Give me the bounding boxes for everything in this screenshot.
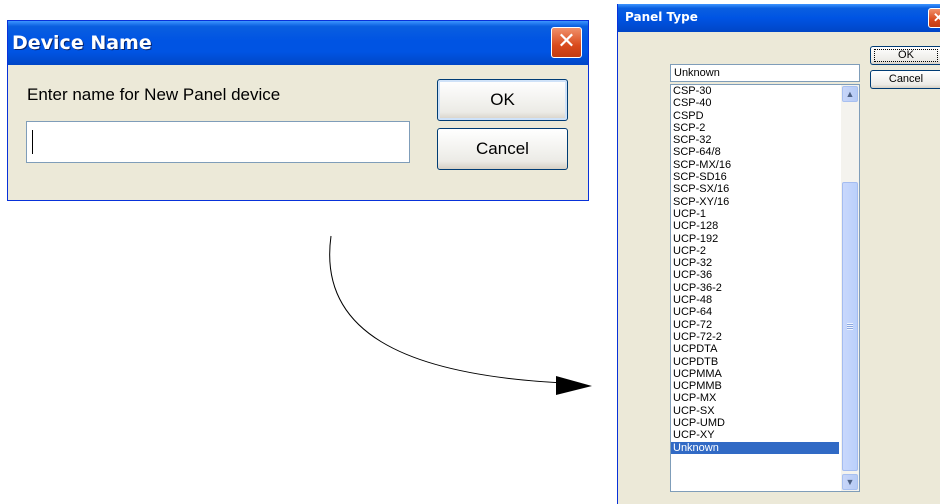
list-item[interactable]: UCP-1 <box>671 208 839 220</box>
list-item[interactable]: UCPMMA <box>671 368 839 380</box>
grip-icon <box>847 323 853 330</box>
panel-type-titlebar[interactable]: Panel Type ✕ <box>618 4 940 32</box>
scroll-thumb[interactable] <box>842 182 858 471</box>
list-item[interactable]: UCP-72 <box>671 319 839 331</box>
list-item[interactable]: UCP-64 <box>671 306 839 318</box>
list-item[interactable]: SCP-64/8 <box>671 146 839 158</box>
list-item[interactable]: SCP-SX/16 <box>671 183 839 195</box>
list-item[interactable]: UCP-2 <box>671 245 839 257</box>
list-item[interactable]: UCP-MX <box>671 392 839 404</box>
list-item[interactable]: CSPD <box>671 110 839 122</box>
list-item[interactable]: UCPDTA <box>671 343 839 355</box>
list-items: CSP-30 CSP-40 CSPD SCP-2 SCP-32 SCP-64/8 SCP-M… <box>671 85 839 454</box>
list-item[interactable]: UCP-72-2 <box>671 331 839 343</box>
list-item[interactable]: UCP-XY <box>671 429 839 441</box>
focus-rect <box>874 49 938 62</box>
list-item[interactable]: UCP-192 <box>671 233 839 245</box>
scroll-down-icon[interactable]: ▼ <box>842 474 858 490</box>
close-icon[interactable]: ✕ <box>928 8 940 28</box>
dialog-title: Panel Type <box>625 10 698 24</box>
list-item[interactable]: UCP-32 <box>671 257 839 269</box>
list-item[interactable]: SCP-32 <box>671 134 839 146</box>
cancel-button[interactable]: Cancel <box>870 70 940 89</box>
list-item[interactable]: CSP-30 <box>671 85 839 97</box>
list-item[interactable]: UCPDTB <box>671 356 839 368</box>
list-item[interactable]: SCP-SD16 <box>671 171 839 183</box>
list-item[interactable]: UCP-36 <box>671 269 839 281</box>
scroll-up-icon[interactable]: ▲ <box>842 86 858 102</box>
list-item[interactable]: SCP-2 <box>671 122 839 134</box>
vertical-scrollbar[interactable]: ▲ ▼ <box>841 85 859 491</box>
panel-type-combo-input[interactable]: Unknown <box>670 64 860 82</box>
list-item[interactable]: UCP-UMD <box>671 417 839 429</box>
list-item[interactable]: SCP-XY/16 <box>671 196 839 208</box>
list-item[interactable]: UCP-36-2 <box>671 282 839 294</box>
list-item[interactable]: SCP-MX/16 <box>671 159 839 171</box>
list-item[interactable]: CSP-40 <box>671 97 839 109</box>
list-item[interactable]: UCP-SX <box>671 405 839 417</box>
ok-button[interactable]: OK <box>870 46 940 65</box>
list-item[interactable]: Unknown <box>671 441 839 454</box>
list-item[interactable]: UCPMMB <box>671 380 839 392</box>
list-item[interactable]: UCP-48 <box>671 294 839 306</box>
panel-type-dialog: Panel Type ✕ OK Cancel Unknown CSP-30 CSP… <box>617 4 940 504</box>
list-item[interactable]: UCP-128 <box>671 220 839 232</box>
panel-type-list[interactable]: CSP-30 CSP-40 CSPD SCP-2 SCP-32 SCP-64/8 SCP-M… <box>670 84 860 492</box>
